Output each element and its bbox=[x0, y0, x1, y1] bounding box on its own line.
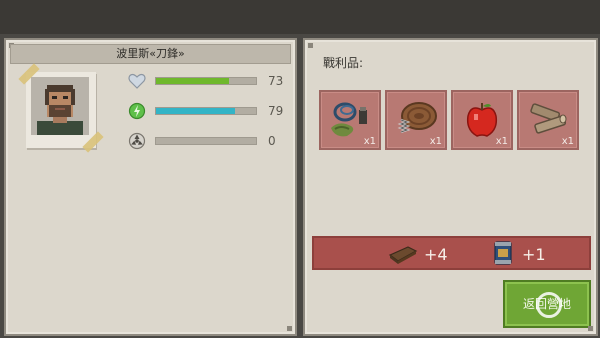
top-bar bbox=[0, 0, 600, 34]
radiation-bar bbox=[155, 137, 257, 145]
character-panel: 波里斯«刀鋒» 73 79 0 bbox=[4, 38, 297, 336]
tap-indicator-icon bbox=[536, 292, 562, 318]
loot-title: 戰利品: bbox=[323, 56, 364, 70]
loot-panel: 戰利品: x1 x1 x1 x1 +4 +1 返回營地 bbox=[303, 38, 598, 336]
reward-amount: +1 bbox=[522, 245, 546, 264]
reward-canned-food: +1 bbox=[492, 238, 562, 268]
loot-qty: x1 bbox=[363, 136, 376, 147]
health-value: 73 bbox=[268, 74, 284, 88]
energy-stat: 79 bbox=[128, 102, 288, 120]
heart-icon bbox=[128, 72, 146, 90]
wood-plank-icon bbox=[388, 246, 418, 264]
reward-amount: +4 bbox=[424, 245, 448, 264]
radiation-value: 0 bbox=[268, 134, 276, 148]
radiation-stat: 0 bbox=[128, 132, 288, 150]
canned-food-icon bbox=[494, 241, 512, 265]
character-portrait[interactable] bbox=[18, 63, 104, 153]
loot-qty: x1 bbox=[429, 136, 442, 147]
return-to-camp-button[interactable]: 返回營地 bbox=[503, 280, 591, 328]
energy-value: 79 bbox=[268, 104, 284, 118]
loot-slot[interactable]: x1 bbox=[319, 90, 381, 150]
reward-wood: +4 bbox=[388, 238, 458, 268]
reward-bar: +4 +1 bbox=[312, 236, 591, 270]
energy-icon bbox=[128, 102, 146, 120]
health-bar bbox=[155, 77, 257, 85]
health-stat: 73 bbox=[128, 72, 288, 90]
energy-bar bbox=[155, 107, 257, 115]
loot-qty: x1 bbox=[495, 136, 508, 147]
portrait-photo bbox=[31, 77, 89, 135]
character-name: 波里斯«刀鋒» bbox=[10, 44, 291, 64]
radiation-icon bbox=[128, 132, 146, 150]
loot-slot[interactable]: x1 bbox=[451, 90, 513, 150]
loot-slot[interactable]: x1 bbox=[517, 90, 579, 150]
loot-qty: x1 bbox=[561, 136, 574, 147]
loot-slot[interactable]: x1 bbox=[385, 90, 447, 150]
